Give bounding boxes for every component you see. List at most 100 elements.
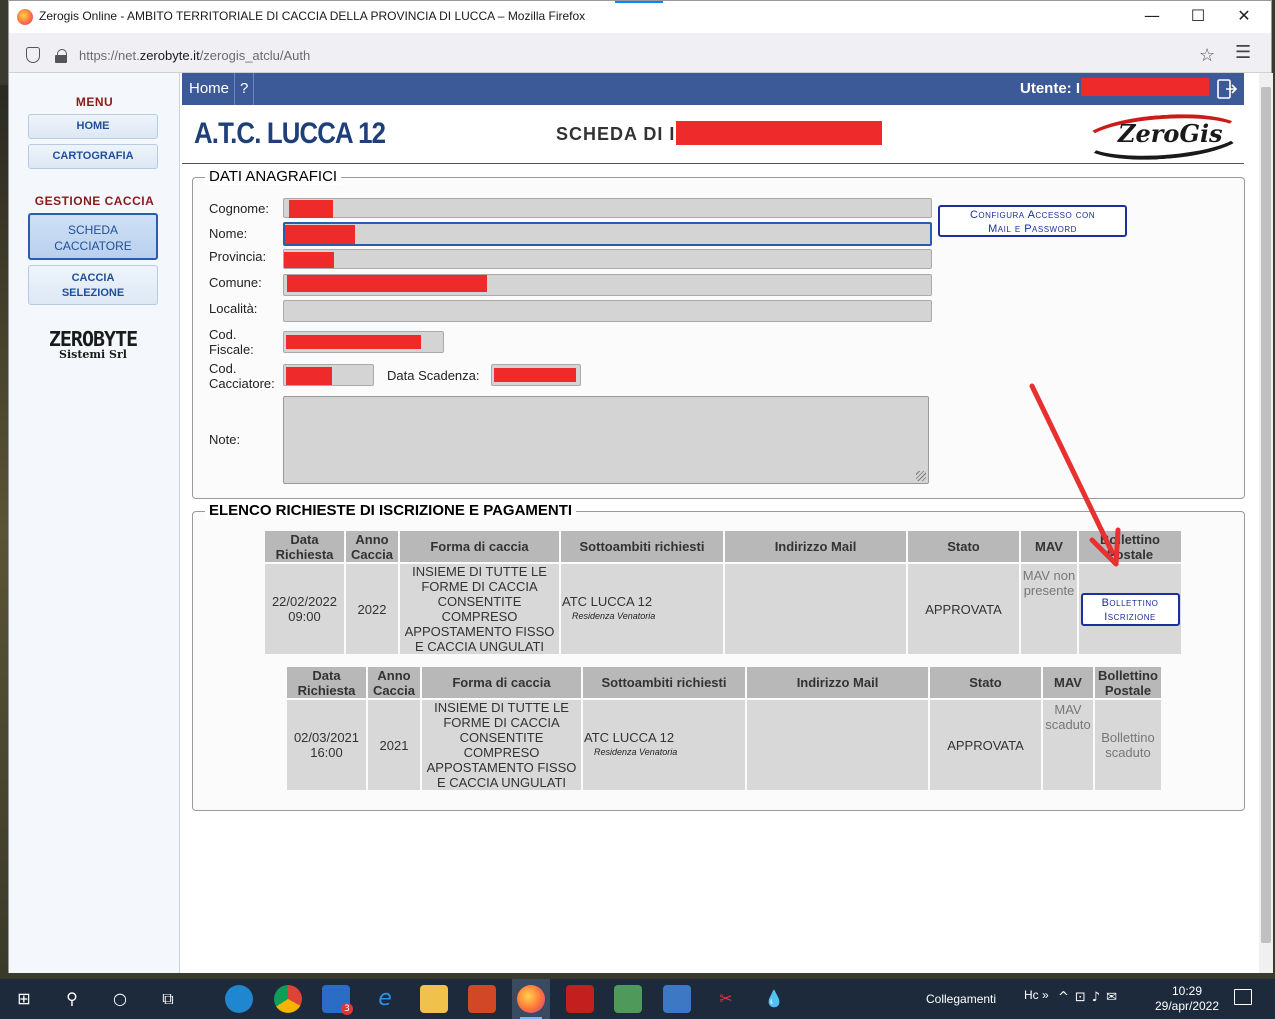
url-text[interactable]: https://net.zerobyte.it/zerogis_atclu/Au… [79,48,310,63]
windows-start-icon[interactable]: ⊞ [10,985,38,1013]
sidebar-item-home[interactable]: HOME [28,114,158,139]
nav-home-link[interactable]: Home [189,80,229,97]
paint-icon[interactable]: 💧 [760,985,788,1013]
scheda-name-redacted [676,121,882,145]
column-header: MAV [1021,531,1077,562]
nav-separator [253,73,254,105]
nome-redacted [285,225,355,244]
nome-label: Nome: [209,226,248,241]
tracking-protection-shield-icon[interactable] [26,47,40,63]
utente-label: Utente: I [1020,80,1081,97]
firefox-icon [17,9,33,25]
column-header: Data Richiesta [265,531,344,562]
sidebar-item-label: CACCIATORE [54,239,132,253]
column-header: Bollettino Postale [1079,531,1181,562]
localita-label: Località: [209,301,258,316]
column-header: Sottoambiti richiesti [561,531,723,562]
gestione-caccia-heading: GESTIONE CACCIA [34,194,155,208]
configura-accesso-button[interactable]: Configura Accesso con Mail e Password [938,205,1127,237]
url-domain: zerobyte.it [139,48,200,63]
windows-taskbar: ⊞ ⚲ ○ ⧉ 3 e ✂ 💧 Collegamenti Hc » ^⊡♪✉ 1… [0,979,1275,1019]
bollettino-cell: Bollettino scaduto [1095,700,1161,790]
chrome-icon[interactable] [274,985,302,1013]
table-row: 22/02/2022 09:00 2022 INSIEME DI TUTTE LE… [265,564,1181,654]
scrollbar-thumb[interactable] [1261,87,1271,943]
desktop-background [0,85,8,975]
top-nav-bar: Home ? Utente: I [182,73,1244,105]
bollettino-iscrizione-button[interactable]: Bollettino Iscrizione [1080,592,1180,626]
cod-cacciatore-redacted [286,367,332,385]
weather-widget[interactable]: Hc » [1024,988,1049,1002]
zerobyte-logo: ZEROBYTE Sistemi Srl [33,327,153,361]
search-icon[interactable]: ⚲ [58,985,86,1013]
sidebar-item-caccia-selezione[interactable]: CACCIA SELEZIONE [28,265,158,305]
hamburger-menu-icon[interactable]: ☰ [1235,42,1251,63]
firefox-taskbar-icon[interactable] [517,985,545,1013]
provincia-field[interactable] [283,249,932,269]
bollettino-button-label: Iscrizione [1104,610,1156,623]
file-explorer-icon[interactable] [420,985,448,1013]
mav-cell: MAV scaduto [1043,700,1093,790]
sidebar-item-label: CACCIA [71,272,115,284]
localita-field[interactable] [283,300,932,322]
acrobat-icon[interactable] [566,985,594,1013]
bookmark-star-icon[interactable]: ☆ [1199,45,1215,66]
nome-field[interactable] [283,222,932,246]
cortana-icon[interactable]: ○ [106,985,134,1013]
url-path: /zerogis_atclu/Auth [199,48,311,63]
data-scadenza-redacted [494,368,576,382]
collegamenti-toolbar[interactable]: Collegamenti [926,992,996,1006]
richieste-panel: ELENCO RICHIESTE DI ISCRIZIONE E PAGAMEN… [192,502,1245,811]
address-bar[interactable]: https://net.zerobyte.it/zerogis_atclu/Au… [13,37,1233,69]
internet-explorer-icon[interactable]: e [371,985,399,1013]
zerogis-logo-text: ZeroGis [1118,119,1223,148]
anno-cell: 2021 [368,700,420,790]
nav-help-link[interactable]: ? [240,80,248,97]
sidebar-item-label: SELEZIONE [61,287,125,299]
note-textarea[interactable] [283,396,929,484]
lock-icon[interactable] [55,49,67,63]
office-icon[interactable] [468,985,496,1013]
column-header: Forma di caccia [400,531,559,562]
data-richiesta-cell: 02/03/2021 16:00 [287,700,366,790]
dati-anagrafici-legend: DATI ANAGRAFICI [205,168,342,185]
mail-icon[interactable]: 3 [322,985,353,1015]
provincia-label: Provincia: [209,249,267,264]
stato-cell: APPROVATA [908,564,1019,654]
configura-accesso-label: Mail e Password [988,223,1077,235]
snipping-tool-icon[interactable]: ✂ [712,985,740,1013]
richiesta-table-2021: Data Richiesta Anno Caccia Forma di cacc… [285,665,1163,792]
spreadsheet-icon[interactable] [614,985,642,1013]
window-title: Zerogis Online - AMBITO TERRITORIALE DI … [39,9,586,23]
mail-cell [747,700,928,790]
photos-icon[interactable] [663,985,691,1013]
resize-grip-icon[interactable] [916,471,926,481]
minimize-button[interactable]: — [1129,1,1175,31]
note-label: Note: [209,432,241,447]
column-header: Stato [908,531,1019,562]
cod-cacciatore-label: Cod. Cacciatore: [209,361,275,391]
table-header-row: Data Richiesta Anno Caccia Forma di cacc… [265,531,1181,562]
maximize-button[interactable]: ☐ [1175,1,1221,31]
column-header: Anno Caccia [346,531,398,562]
column-header: Anno Caccia [368,667,420,698]
vertical-scrollbar[interactable] [1259,73,1273,973]
clock[interactable]: 10:29 29/apr/2022 [1154,984,1220,1014]
cognome-field[interactable] [283,198,932,218]
notification-center-icon[interactable] [1234,989,1252,1005]
sidebar-item-cartografia[interactable]: CARTOGRAFIA [28,144,158,169]
close-button[interactable]: ✕ [1221,1,1267,31]
cod-fiscale-redacted [286,335,421,349]
column-header: Forma di caccia [422,667,581,698]
system-tray-icons[interactable]: ^⊡♪✉ [1058,990,1123,1005]
task-view-icon[interactable]: ⧉ [154,985,182,1013]
edge-icon[interactable] [225,985,253,1013]
column-header: MAV [1043,667,1093,698]
sidebar-item-label: SCHEDA [67,223,118,237]
title-bar: Zerogis Online - AMBITO TERRITORIALE DI … [9,1,1271,33]
column-header: Indirizzo Mail [747,667,928,698]
logout-icon[interactable] [1216,78,1238,100]
forma-cell: INSIEME DI TUTTE LE FORME DI CACCIA CONS… [400,564,559,654]
sidebar-item-scheda-cacciatore[interactable]: SCHEDA CACCIATORE [28,213,158,260]
sottoambito-cell: ATC LUCCA 12 Residenza Venatoria [561,564,723,654]
